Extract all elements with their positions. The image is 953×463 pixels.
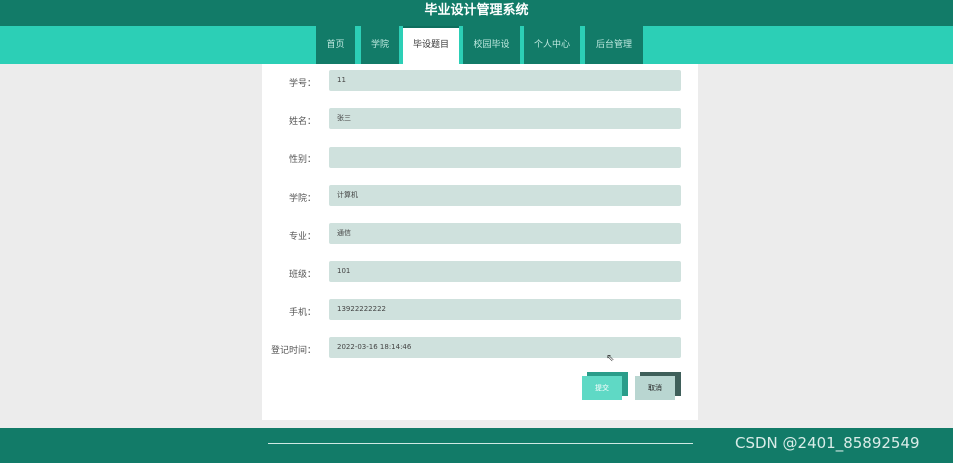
app-title: 毕业设计管理系统 xyxy=(0,0,953,26)
student-id-field[interactable]: 11 xyxy=(329,70,681,91)
college-field[interactable]: 计算机 xyxy=(329,185,681,206)
nav-item-admin[interactable]: 后台管理 xyxy=(585,26,643,64)
submit-button[interactable]: 提交 xyxy=(582,376,622,400)
class-label: 班级： xyxy=(288,270,316,280)
register-time-field[interactable]: 2022-03-16 18:14:46 xyxy=(329,337,681,358)
student-id-label: 学号： xyxy=(288,79,316,89)
phone-label: 手机： xyxy=(288,308,316,318)
register-time-label: 登记时间： xyxy=(270,346,316,356)
gender-label: 性别： xyxy=(288,155,316,165)
major-field[interactable]: 通信 xyxy=(329,223,681,244)
college-label: 学院： xyxy=(288,194,316,204)
name-field[interactable]: 张三 xyxy=(329,108,681,129)
class-field[interactable]: 101 xyxy=(329,261,681,282)
nav-item-home[interactable]: 首页 xyxy=(316,26,355,64)
cancel-button[interactable]: 取消 xyxy=(635,376,675,400)
nav-item-college[interactable]: 学院 xyxy=(361,26,399,64)
nav-item-profile[interactable]: 个人中心 xyxy=(524,26,580,64)
gender-field[interactable] xyxy=(329,147,681,168)
watermark: CSDN @2401_85892549 xyxy=(735,434,920,452)
mouse-cursor-icon: ⇖ xyxy=(606,353,615,364)
nav-item-topics[interactable]: 毕设题目 xyxy=(403,26,459,64)
footer-divider xyxy=(268,443,693,444)
phone-field[interactable]: 13922222222 xyxy=(329,299,681,320)
major-label: 专业： xyxy=(288,232,316,242)
name-label: 姓名： xyxy=(288,117,316,127)
main-nav: 首页 学院 毕设题目 校园毕设 个人中心 后台管理 xyxy=(0,26,953,64)
nav-item-campus[interactable]: 校园毕设 xyxy=(463,26,520,64)
